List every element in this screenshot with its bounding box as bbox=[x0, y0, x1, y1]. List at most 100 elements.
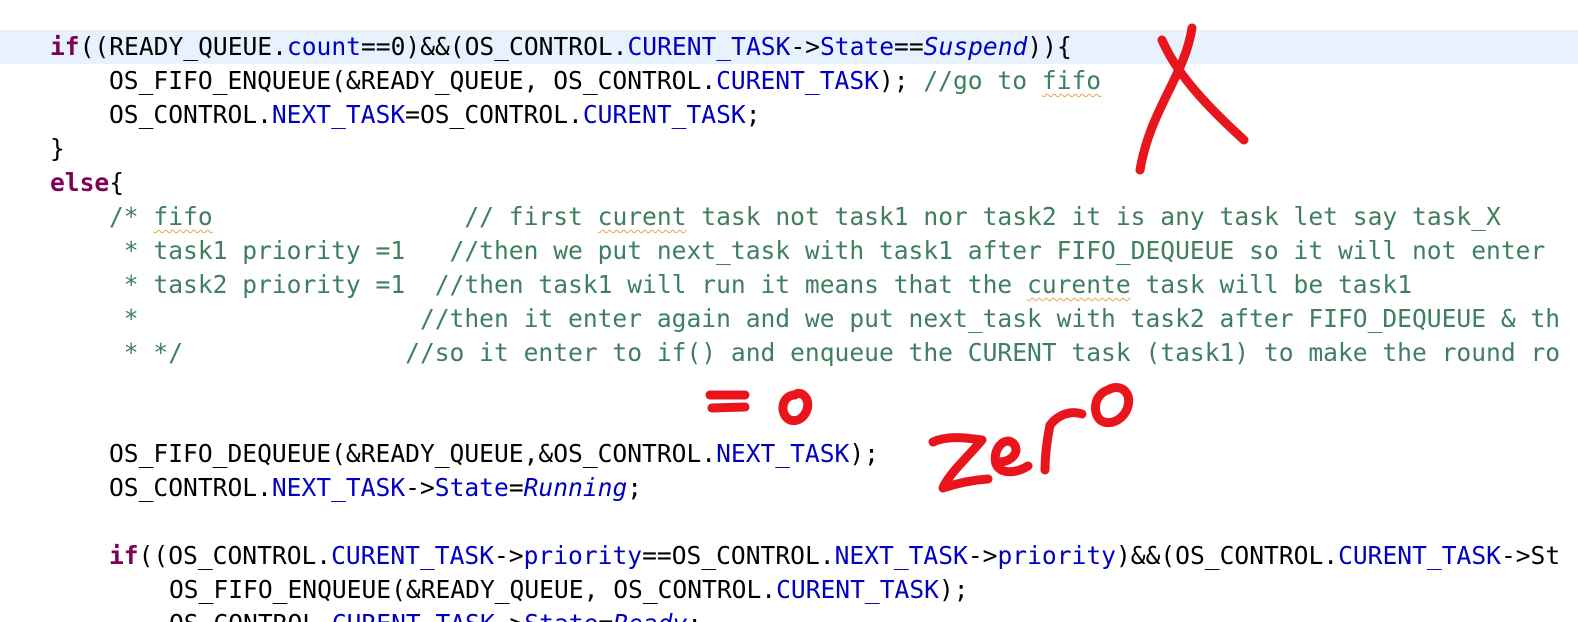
code-token: OS_FIFO_DEQUEUE(&READY_QUEUE,&OS_CONTROL… bbox=[109, 439, 717, 468]
code-token: ((OS_CONTROL. bbox=[138, 541, 332, 570]
code-line[interactable] bbox=[0, 404, 1578, 438]
code-line[interactable]: * //then it enter again and we put next_… bbox=[0, 302, 1578, 336]
code-text: * //then it enter again and we put next_… bbox=[109, 302, 1560, 336]
code-line[interactable]: * task1 priority =1 //then we put next_t… bbox=[0, 234, 1578, 268]
code-text: OS_CONTROL.CURENT_TASK->State=Ready; bbox=[169, 607, 702, 622]
code-token: State bbox=[434, 473, 509, 502]
code-token: ; bbox=[687, 609, 702, 622]
code-token: -> bbox=[405, 473, 435, 502]
code-token: OS_CONTROL. bbox=[109, 473, 272, 502]
code-comment: /* bbox=[109, 202, 154, 231]
code-token: ); bbox=[878, 66, 924, 95]
code-text: /* fifo // first curent task not task1 n… bbox=[109, 200, 1501, 234]
code-comment: * //then it enter again and we put next_… bbox=[109, 304, 1561, 333]
code-line[interactable]: OS_FIFO_ENQUEUE(&READY_QUEUE, OS_CONTROL… bbox=[0, 573, 1578, 607]
code-editor[interactable]: if((READY_QUEUE.count==0)&&(OS_CONTROL.C… bbox=[0, 0, 1578, 622]
code-token: CURENT_TASK bbox=[1338, 541, 1501, 570]
code-comment: curent bbox=[597, 202, 687, 231]
code-token: State bbox=[524, 609, 598, 622]
code-text: if((OS_CONTROL.CURENT_TASK->priority==OS… bbox=[109, 539, 1560, 573]
code-text: } bbox=[50, 132, 65, 166]
code-token: NEXT_TASK bbox=[716, 439, 850, 468]
code-token: State bbox=[820, 32, 895, 61]
code-token: Running bbox=[523, 473, 628, 502]
code-line[interactable] bbox=[0, 505, 1578, 539]
code-line-current[interactable]: if((READY_QUEUE.count==0)&&(OS_CONTROL.C… bbox=[0, 30, 1578, 64]
code-line[interactable]: /* fifo // first curent task not task1 n… bbox=[0, 200, 1578, 234]
code-token: ==OS_CONTROL. bbox=[642, 541, 835, 570]
code-token: Suspend bbox=[923, 32, 1028, 61]
code-comment: * task2 priority =1 //then task1 will ru… bbox=[109, 270, 1028, 299]
code-token: CURENT_TASK bbox=[582, 100, 746, 129]
code-token: )&&(OS_CONTROL. bbox=[1115, 541, 1339, 570]
code-token: ); bbox=[938, 575, 969, 604]
code-token: -> bbox=[494, 541, 524, 570]
code-keyword: else bbox=[50, 168, 110, 197]
code-line[interactable]: OS_CONTROL.NEXT_TASK=OS_CONTROL.CURENT_T… bbox=[0, 98, 1578, 132]
code-comment: curente bbox=[1027, 270, 1131, 299]
code-token: ; bbox=[627, 473, 643, 502]
code-text: OS_CONTROL.NEXT_TASK=OS_CONTROL.CURENT_T… bbox=[109, 98, 761, 132]
code-line[interactable]: if((OS_CONTROL.CURENT_TASK->priority==OS… bbox=[0, 539, 1578, 573]
code-comment: task not task1 nor task2 it is any task … bbox=[686, 202, 1501, 231]
code-token: NEXT_TASK bbox=[271, 100, 406, 129]
code-line[interactable] bbox=[0, 370, 1578, 404]
code-text: * task2 priority =1 //then task1 will ru… bbox=[109, 268, 1412, 302]
code-token: Ready bbox=[613, 609, 687, 622]
code-token: CURENT_TASK bbox=[627, 32, 791, 61]
code-token: CURENT_TASK bbox=[776, 575, 939, 604]
code-comment: task will be task1 bbox=[1130, 270, 1412, 299]
code-line[interactable]: else{ bbox=[0, 166, 1578, 200]
code-line[interactable]: OS_CONTROL.NEXT_TASK->State=Running; bbox=[0, 471, 1578, 505]
code-token: count bbox=[286, 32, 361, 61]
code-token: OS_FIFO_ENQUEUE(&READY_QUEUE, OS_CONTROL… bbox=[169, 575, 777, 604]
code-comment: fifo bbox=[153, 202, 213, 231]
code-text: * */ //so it enter to if() and enqueue t… bbox=[109, 336, 1560, 370]
code-token: ->St bbox=[1500, 541, 1561, 570]
code-token: = bbox=[598, 609, 613, 622]
code-line[interactable]: OS_CONTROL.CURENT_TASK->State=Ready; bbox=[0, 607, 1578, 622]
code-token: ==0)&&(OS_CONTROL. bbox=[360, 32, 628, 61]
code-keyword: if bbox=[50, 32, 80, 61]
code-token: -> bbox=[967, 541, 998, 570]
code-token: == bbox=[894, 32, 924, 61]
code-token: NEXT_TASK bbox=[834, 541, 968, 570]
code-keyword: if bbox=[109, 541, 139, 570]
code-token: OS_CONTROL. bbox=[109, 100, 272, 129]
code-line[interactable]: * task2 priority =1 //then task1 will ru… bbox=[0, 268, 1578, 302]
code-token: OS_FIFO_ENQUEUE(&READY_QUEUE, OS_CONTROL… bbox=[109, 66, 717, 95]
code-token: priority bbox=[523, 541, 643, 570]
code-token: = bbox=[508, 473, 524, 502]
code-token: } bbox=[50, 134, 65, 163]
code-token: -> bbox=[495, 609, 525, 622]
code-token: ; bbox=[745, 100, 761, 129]
code-comment: // first bbox=[212, 202, 598, 231]
code-token: CURENT_TASK bbox=[332, 609, 495, 622]
code-token: priority bbox=[997, 541, 1116, 570]
code-line[interactable]: * */ //so it enter to if() and enqueue t… bbox=[0, 336, 1578, 370]
code-text: OS_CONTROL.NEXT_TASK->State=Running; bbox=[109, 471, 642, 505]
code-token: ((READY_QUEUE. bbox=[79, 32, 287, 61]
code-line[interactable]: OS_FIFO_ENQUEUE(&READY_QUEUE, OS_CONTROL… bbox=[0, 64, 1578, 98]
code-text: OS_FIFO_ENQUEUE(&READY_QUEUE, OS_CONTROL… bbox=[169, 573, 969, 607]
code-text: * task1 priority =1 //then we put next_t… bbox=[109, 234, 1545, 268]
code-token: )){ bbox=[1027, 32, 1072, 61]
code-token: CURENT_TASK bbox=[331, 541, 494, 570]
code-line[interactable]: } bbox=[0, 132, 1578, 166]
code-text: OS_FIFO_ENQUEUE(&READY_QUEUE, OS_CONTROL… bbox=[109, 64, 1101, 98]
code-token: -> bbox=[790, 32, 820, 61]
code-comment: //go to bbox=[923, 66, 1042, 95]
code-text: if((READY_QUEUE.count==0)&&(OS_CONTROL.C… bbox=[50, 30, 1072, 64]
code-line[interactable]: OS_FIFO_DEQUEUE(&READY_QUEUE,&OS_CONTROL… bbox=[0, 437, 1578, 471]
code-token: OS_CONTROL. bbox=[169, 609, 332, 622]
code-token: { bbox=[109, 168, 125, 197]
code-token: ); bbox=[849, 439, 879, 468]
code-token: =OS_CONTROL. bbox=[405, 100, 583, 129]
code-comment: * task1 priority =1 //then we put next_t… bbox=[109, 236, 1546, 265]
code-comment: * */ //so it enter to if() and enqueue t… bbox=[109, 338, 1561, 367]
code-text: OS_FIFO_DEQUEUE(&READY_QUEUE,&OS_CONTROL… bbox=[109, 437, 879, 471]
code-text: else{ bbox=[50, 166, 124, 200]
code-token: NEXT_TASK bbox=[271, 473, 406, 502]
code-token: CURENT_TASK bbox=[716, 66, 879, 95]
code-comment: fifo bbox=[1041, 66, 1102, 95]
